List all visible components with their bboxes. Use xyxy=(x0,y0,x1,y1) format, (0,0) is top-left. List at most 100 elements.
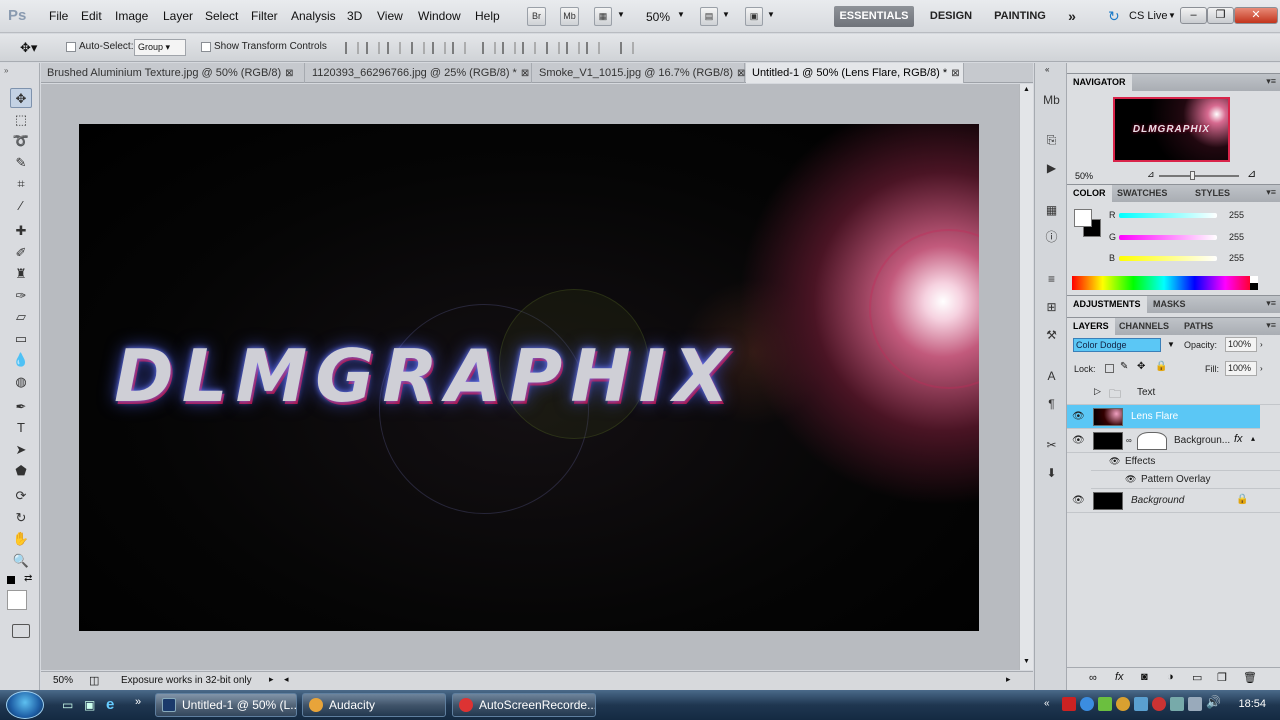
navigator-thumbnail[interactable]: DLMGRAPHIX xyxy=(1113,97,1230,162)
expand-arrows-icon[interactable]: « xyxy=(1045,65,1049,74)
navigator-zoom[interactable]: 50% xyxy=(1075,171,1093,181)
opacity-input[interactable]: 100% xyxy=(1225,337,1257,352)
bridge-button[interactable]: Br xyxy=(527,7,546,26)
extras-grid-icon[interactable]: ▦ xyxy=(594,7,612,26)
tab-brushed-aluminium[interactable]: Brushed Aluminium Texture.jpg @ 50% (RGB… xyxy=(41,63,305,83)
tab-untitled-1[interactable]: Untitled-1 @ 50% (Lens Flare, RGB/8) * ⊠ xyxy=(746,63,964,83)
chevron-down-icon[interactable]: ▼ xyxy=(722,10,730,19)
path-selection-tool-icon[interactable]: ➤ xyxy=(10,440,32,460)
link-layers-icon[interactable]: ∞ xyxy=(1089,672,1097,684)
align-top-icon[interactable] xyxy=(345,42,359,54)
zoom-out-icon[interactable]: ⊿ xyxy=(1147,169,1155,180)
menu-select[interactable]: Select xyxy=(205,9,238,23)
menu-file[interactable]: File xyxy=(49,9,68,23)
tab-navigator[interactable]: NAVIGATOR xyxy=(1067,74,1132,91)
chevron-down-icon[interactable]: ▼ xyxy=(1167,340,1175,349)
tool-presets-icon[interactable]: ⚒ xyxy=(1043,327,1060,343)
menu-analysis[interactable]: Analysis xyxy=(291,9,336,23)
tray-app-icon[interactable] xyxy=(1116,697,1130,711)
blur-tool-icon[interactable]: 💧 xyxy=(10,350,32,370)
color-b-value[interactable]: 255 xyxy=(1229,253,1244,263)
color-g-value[interactable]: 255 xyxy=(1229,232,1244,242)
quicklaunch-more-icon[interactable]: » xyxy=(135,696,141,708)
hand-tool-icon[interactable]: ✋ xyxy=(10,529,32,549)
lasso-tool-icon[interactable]: ➰ xyxy=(10,131,32,151)
show-desktop-icon[interactable]: ▭ xyxy=(62,698,73,712)
pattern-overlay-row[interactable]: 👁 Pattern Overlay xyxy=(1091,471,1280,489)
close-icon[interactable]: ⊠ xyxy=(285,68,293,79)
status-zoom[interactable]: 50% xyxy=(53,675,73,686)
eraser-tool-icon[interactable]: ▱ xyxy=(10,307,32,327)
scroll-right-icon[interactable]: ▸ xyxy=(1006,674,1011,685)
quick-select-tool-icon[interactable]: ✎ xyxy=(10,153,32,173)
align-bottom-icon[interactable] xyxy=(387,42,401,54)
tray-app-icon[interactable] xyxy=(1098,697,1112,711)
tab-swatches[interactable]: SWATCHES xyxy=(1111,185,1173,202)
switch-windows-icon[interactable]: ▣ xyxy=(84,698,95,712)
color-r-slider[interactable] xyxy=(1119,213,1217,218)
minimize-button[interactable]: – xyxy=(1180,7,1207,24)
panel-menu-icon[interactable]: ▾≡ xyxy=(1266,298,1276,309)
chevron-down-icon[interactable]: ▼ xyxy=(767,10,775,19)
healing-brush-tool-icon[interactable]: ✚ xyxy=(10,221,32,241)
add-mask-icon[interactable]: ◙ xyxy=(1141,671,1148,683)
visibility-eye-icon[interactable]: 👁 xyxy=(1072,495,1085,506)
link-chain-icon[interactable]: ∞ xyxy=(1126,436,1132,445)
panel-menu-icon[interactable]: ▾≡ xyxy=(1266,320,1276,331)
clone-source-icon[interactable]: ⊞ xyxy=(1043,299,1060,315)
collapse-arrows-icon[interactable]: » xyxy=(4,66,8,75)
layer-row-background-copy[interactable]: 👁 ∞ Backgroun... fx ▴ xyxy=(1067,429,1280,453)
menu-window[interactable]: Window xyxy=(418,9,461,23)
color-spectrum-bar[interactable] xyxy=(1072,276,1256,290)
close-window-button[interactable]: ✕ xyxy=(1234,7,1278,24)
close-icon[interactable]: ⊠ xyxy=(951,68,959,79)
chevron-down-icon[interactable]: ▼ xyxy=(617,10,625,19)
mini-bridge-button[interactable]: Mb xyxy=(560,7,579,26)
chevron-down-icon[interactable]: ▼ xyxy=(677,10,685,19)
gradient-tool-icon[interactable]: ▭ xyxy=(10,329,32,349)
auto-select-checkbox[interactable] xyxy=(66,42,76,52)
tray-app-icon[interactable] xyxy=(1134,697,1148,711)
tab-paths[interactable]: PATHS xyxy=(1178,318,1219,335)
default-colors-icon[interactable] xyxy=(7,576,15,584)
distribute-top-icon[interactable] xyxy=(482,42,496,54)
foreground-color-swatch[interactable] xyxy=(7,590,27,610)
menu-image[interactable]: Image xyxy=(115,9,148,23)
dodge-tool-icon[interactable]: ◍ xyxy=(10,372,32,392)
close-icon[interactable]: ⊠ xyxy=(521,68,529,79)
marquee-tool-icon[interactable]: ⬚ xyxy=(10,110,32,130)
pen-tool-icon[interactable]: ✒ xyxy=(10,397,32,417)
scroll-down-icon[interactable]: ▼ xyxy=(1023,658,1030,665)
menu-layer[interactable]: Layer xyxy=(163,9,193,23)
auto-select-mode-select[interactable]: Group ▾ xyxy=(134,39,186,56)
clone-stamp-tool-icon[interactable]: ♜ xyxy=(10,264,32,284)
align-vcenter-icon[interactable] xyxy=(366,42,380,54)
distribute-bottom-icon[interactable] xyxy=(522,42,536,54)
effects-row[interactable]: 👁 Effects xyxy=(1091,453,1280,471)
history-icon[interactable]: ⎘ xyxy=(1043,132,1060,148)
status-menu-icon[interactable]: ▸ xyxy=(269,674,274,685)
color-foreground-swatch[interactable] xyxy=(1074,209,1092,227)
distribute-hcenter-icon[interactable] xyxy=(566,42,580,54)
lock-all-icon[interactable]: 🔒 xyxy=(1155,361,1167,372)
3d-rotate-tool-icon[interactable]: ⟳ xyxy=(10,486,32,506)
color-r-value[interactable]: 255 xyxy=(1229,210,1244,220)
brush-tool-icon[interactable]: ✐ xyxy=(10,243,32,263)
eyedropper-tool-icon[interactable]: ⁄ xyxy=(10,196,32,216)
type-tool-icon[interactable]: T xyxy=(10,418,32,438)
start-orb-icon[interactable] xyxy=(6,691,44,719)
scroll-up-icon[interactable]: ▲ xyxy=(1023,86,1030,93)
show-transform-checkbox[interactable] xyxy=(201,42,211,52)
shape-tool-icon[interactable]: ⬟ xyxy=(10,461,32,481)
3d-panel-icon[interactable]: ✂ xyxy=(1043,437,1060,453)
menu-view[interactable]: View xyxy=(377,9,403,23)
color-b-slider[interactable] xyxy=(1119,256,1217,261)
tray-adobe-icon[interactable] xyxy=(1062,697,1076,711)
menu-3d[interactable]: 3D xyxy=(347,9,362,23)
color-g-slider[interactable] xyxy=(1119,235,1217,240)
chevron-down-icon[interactable]: ▼ xyxy=(1168,11,1176,20)
add-style-icon[interactable]: fx xyxy=(1115,671,1124,683)
auto-align-icon[interactable] xyxy=(620,42,634,54)
cs-live-button[interactable]: CS Live xyxy=(1129,10,1168,22)
character-icon[interactable]: A xyxy=(1043,368,1060,384)
